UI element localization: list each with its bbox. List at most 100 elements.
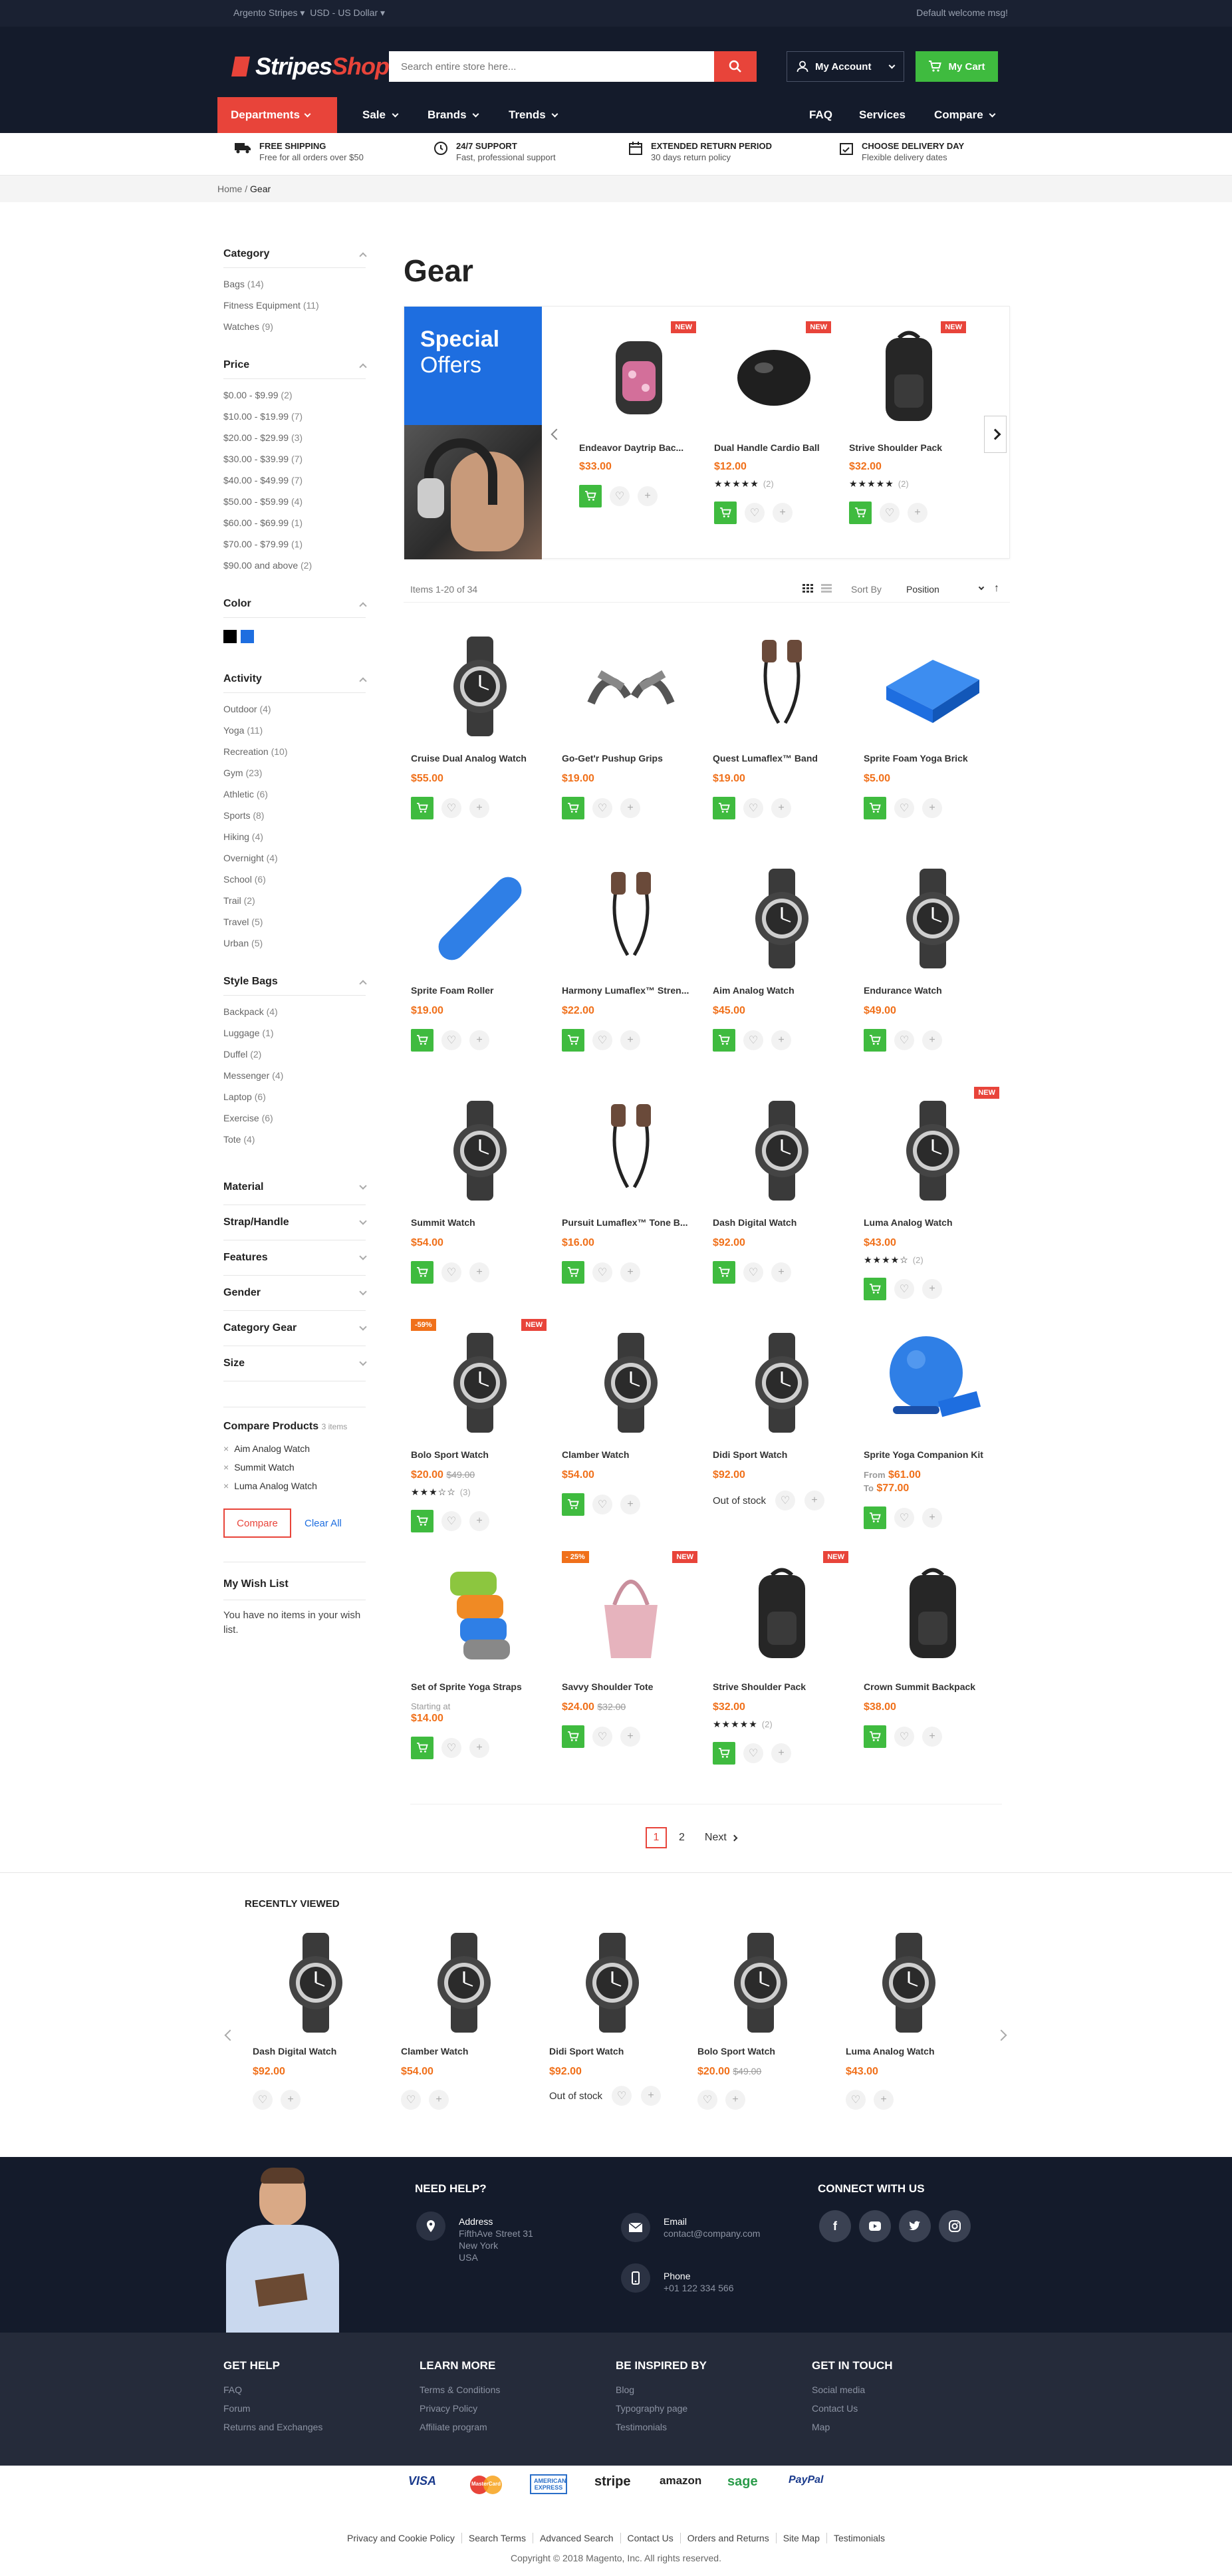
page-1[interactable]: 1: [646, 1827, 667, 1848]
product-name[interactable]: Didi Sport Watch: [713, 1449, 851, 1460]
product-card[interactable]: Dash Digital Watch $92.00 ♡ +: [713, 1091, 851, 1284]
filter-option[interactable]: Athletic (6): [223, 784, 366, 805]
filter-option[interactable]: $70.00 - $79.99 (1): [223, 533, 366, 555]
compare-plus-icon[interactable]: +: [908, 503, 927, 523]
store-switcher[interactable]: Argento Stripes ▾: [233, 7, 305, 18]
filter-activity-title[interactable]: Activity: [223, 671, 367, 687]
product-card[interactable]: NEW -59% Bolo Sport Watch $20.00 $49.00 ★★★☆…: [411, 1319, 549, 1532]
special-offer-item[interactable]: NEW Strive Shoulder Pack $32.00 ★★★★★ (2) ♡ +: [849, 321, 969, 524]
product-image[interactable]: NEW - 25%: [562, 1551, 700, 1675]
special-next-button[interactable]: [984, 416, 1007, 453]
product-name[interactable]: Sprite Yoga Companion Kit: [864, 1449, 1002, 1460]
clear-all-link[interactable]: Clear All: [305, 1518, 342, 1529]
search-button[interactable]: [714, 51, 757, 82]
product-name[interactable]: Set of Sprite Yoga Straps: [411, 1681, 549, 1692]
remove-icon[interactable]: ×: [223, 1481, 229, 1491]
product-card[interactable]: Crown Summit Backpack $38.00 ♡ +: [864, 1555, 1002, 1748]
compare-plus-icon[interactable]: +: [922, 1508, 942, 1528]
wishlist-heart-icon[interactable]: ♡: [592, 1495, 612, 1514]
facebook-icon[interactable]: f: [819, 2210, 851, 2242]
add-to-cart-button[interactable]: [411, 1510, 433, 1532]
filter-color-title[interactable]: Color: [223, 596, 367, 612]
product-name[interactable]: Endeavor Daytrip Bac...: [579, 442, 699, 453]
wishlist-heart-icon[interactable]: ♡: [592, 1262, 612, 1282]
product-name[interactable]: Endurance Watch: [864, 985, 1002, 996]
filter-option[interactable]: Tote (4): [223, 1129, 366, 1150]
add-to-cart-button[interactable]: [713, 797, 735, 819]
filter-option[interactable]: Yoga (11): [223, 720, 366, 741]
compare-plus-icon[interactable]: +: [281, 2090, 301, 2110]
add-to-cart-button[interactable]: [562, 1029, 584, 1052]
product-name[interactable]: Aim Analog Watch: [713, 985, 851, 996]
filter-collapsed[interactable]: Strap/Handle: [223, 1205, 367, 1240]
wishlist-heart-icon[interactable]: ♡: [592, 1030, 612, 1050]
footer-link[interactable]: Affiliate program: [420, 2422, 500, 2440]
my-account-button[interactable]: My Account: [787, 51, 904, 82]
footer-link[interactable]: Social media: [812, 2384, 893, 2403]
product-card[interactable]: Cruise Dual Analog Watch $55.00 ♡ +: [411, 627, 549, 819]
compare-plus-icon[interactable]: +: [874, 2090, 894, 2110]
nav-brands[interactable]: Brands: [428, 108, 479, 122]
product-card[interactable]: NEW - 25% Savvy Shoulder Tote $24.00 $32.00…: [562, 1551, 700, 1748]
wishlist-heart-icon[interactable]: ♡: [612, 2086, 632, 2106]
wishlist-heart-icon[interactable]: ♡: [697, 2090, 717, 2110]
filter-option[interactable]: Urban (5): [223, 932, 366, 954]
recent-prev-icon[interactable]: [224, 2029, 236, 2041]
product-image[interactable]: NEW: [713, 1551, 851, 1675]
wishlist-heart-icon[interactable]: ♡: [743, 1262, 763, 1282]
filter-option[interactable]: Bags (14): [223, 273, 366, 295]
filter-option[interactable]: Recreation (10): [223, 741, 366, 762]
recent-item[interactable]: Bolo Sport Watch $20.00 $49.00 ♡ +: [697, 1926, 824, 2110]
product-card[interactable]: Summit Watch $54.00 ♡ +: [411, 1091, 549, 1284]
compare-plus-icon[interactable]: +: [922, 1030, 942, 1050]
footer-bottom-link[interactable]: Orders and Returns: [680, 2533, 777, 2543]
remove-icon[interactable]: ×: [223, 1443, 229, 1454]
product-card[interactable]: Aim Analog Watch $45.00 ♡ +: [713, 859, 851, 1052]
wishlist-heart-icon[interactable]: ♡: [441, 1511, 461, 1531]
wishlist-heart-icon[interactable]: ♡: [441, 1738, 461, 1758]
filter-option[interactable]: Hiking (4): [223, 826, 366, 847]
filter-style-bags-title[interactable]: Style Bags: [223, 974, 367, 990]
filter-option[interactable]: Outdoor (4): [223, 698, 366, 720]
compare-plus-icon[interactable]: +: [638, 486, 658, 506]
compare-plus-icon[interactable]: +: [620, 1030, 640, 1050]
compare-plus-icon[interactable]: +: [469, 1030, 489, 1050]
product-image[interactable]: [713, 627, 851, 746]
nav-trends[interactable]: Trends: [509, 108, 558, 122]
product-card[interactable]: Sprite Foam Roller $19.00 ♡ +: [411, 859, 549, 1052]
wishlist-heart-icon[interactable]: ♡: [894, 1508, 914, 1528]
wishlist-heart-icon[interactable]: ♡: [775, 1491, 796, 1510]
add-to-cart-button[interactable]: [713, 1261, 735, 1284]
product-image[interactable]: [713, 1323, 851, 1443]
filter-option[interactable]: Luggage (1): [223, 1022, 366, 1044]
wishlist-heart-icon[interactable]: ♡: [745, 503, 765, 523]
wishlist-heart-icon[interactable]: ♡: [894, 798, 914, 818]
filter-option[interactable]: $30.00 - $39.99 (7): [223, 448, 366, 470]
compare-plus-icon[interactable]: +: [725, 2090, 745, 2110]
filter-collapsed[interactable]: Category Gear: [223, 1311, 367, 1346]
filter-collapsed[interactable]: Size: [223, 1346, 367, 1381]
product-image[interactable]: NEW -59%: [411, 1319, 549, 1443]
product-name[interactable]: Quest Lumaflex™ Band: [713, 753, 851, 764]
filter-option[interactable]: $40.00 - $49.99 (7): [223, 470, 366, 491]
add-to-cart-button[interactable]: [562, 1261, 584, 1284]
my-cart-button[interactable]: My Cart: [916, 51, 998, 82]
product-image[interactable]: [562, 1323, 700, 1443]
product-image[interactable]: [562, 627, 700, 746]
filter-option[interactable]: $50.00 - $59.99 (4): [223, 491, 366, 512]
product-name[interactable]: Bolo Sport Watch: [697, 2046, 824, 2057]
add-to-cart-button[interactable]: [714, 501, 737, 524]
product-name[interactable]: Strive Shoulder Pack: [713, 1681, 851, 1692]
filter-collapsed[interactable]: Gender: [223, 1276, 367, 1311]
product-image[interactable]: [864, 627, 1002, 746]
footer-link[interactable]: Privacy Policy: [420, 2403, 500, 2422]
youtube-icon[interactable]: [859, 2210, 891, 2242]
wishlist-heart-icon[interactable]: ♡: [441, 1262, 461, 1282]
recent-item[interactable]: Didi Sport Watch $92.00 Out of stock ♡ +: [549, 1926, 676, 2106]
filter-option[interactable]: $60.00 - $69.99 (1): [223, 512, 366, 533]
product-card[interactable]: Go-Get'r Pushup Grips $19.00 ♡ +: [562, 627, 700, 819]
footer-link[interactable]: Forum: [223, 2403, 322, 2422]
nav-services[interactable]: Services: [859, 108, 906, 122]
add-to-cart-button[interactable]: [713, 1029, 735, 1052]
filter-option[interactable]: Sports (8): [223, 805, 366, 826]
